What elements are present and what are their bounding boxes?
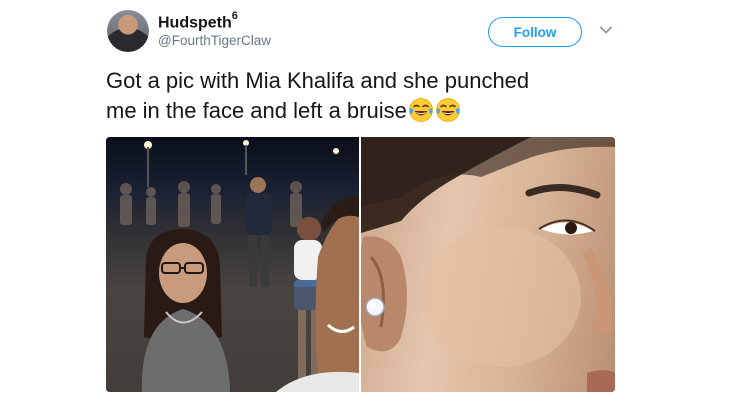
display-name-superscript: 6	[231, 10, 238, 22]
face-with-tears-of-joy-icon	[435, 98, 460, 122]
display-name-text: Hudspeth	[158, 14, 232, 32]
face-with-tears-of-joy-icon	[408, 98, 433, 122]
display-name[interactable]: Hudspeth6	[158, 10, 238, 32]
face-closeup-illustration	[361, 137, 615, 392]
selfie-crowd-photo[interactable]	[106, 137, 359, 392]
tweet-media[interactable]	[106, 137, 615, 392]
tweet-text: Got a pic with Mia Khalifa and she punch…	[106, 66, 646, 126]
user-handle[interactable]: @FourthTigerClaw	[158, 33, 271, 48]
tweet-text-line-2-wrap: me in the face and left a bruise	[106, 96, 646, 126]
selfie-crowd-illustration	[106, 140, 359, 392]
follow-button[interactable]: Follow	[488, 17, 582, 47]
face-closeup-photo[interactable]	[361, 137, 615, 392]
tweet-text-line-1: Got a pic with Mia Khalifa and she punch…	[106, 68, 530, 93]
chevron-down-icon[interactable]	[598, 22, 614, 38]
user-avatar[interactable]	[107, 10, 149, 52]
tweet-text-line-2: me in the face and left a bruise	[106, 98, 407, 123]
